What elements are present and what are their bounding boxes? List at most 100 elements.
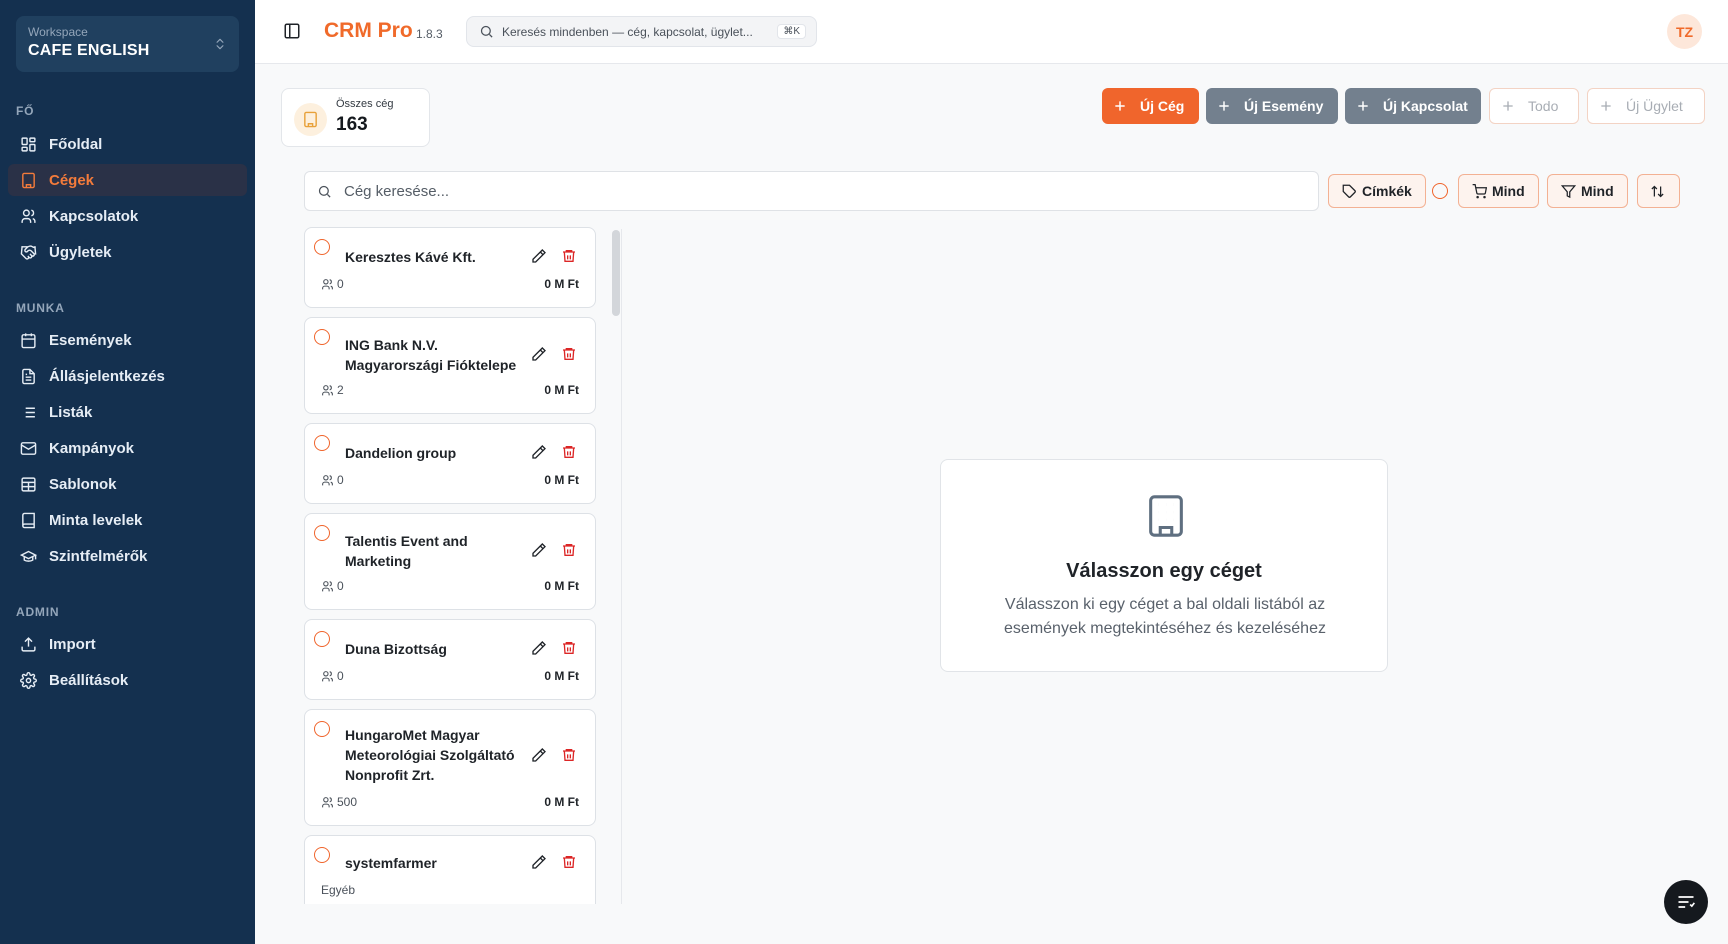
sidebar: Workspace CAFE ENGLISH FŐ Főoldal Cégek … [0, 0, 255, 944]
app-brand[interactable]: CRM Pro [324, 19, 413, 43]
select-radio[interactable] [314, 329, 330, 345]
funnel-filter-button[interactable]: Mind [1547, 174, 1628, 208]
workspace-switcher[interactable]: Workspace CAFE ENGLISH [16, 16, 239, 72]
list-scrollbar[interactable] [612, 229, 622, 904]
cart-filter-button[interactable]: Mind [1458, 174, 1539, 208]
plus-icon [1601, 101, 1611, 111]
sidebar-item-deals[interactable]: Ügyletek [8, 236, 247, 268]
deal-amount: 0 M Ft [544, 795, 579, 809]
users-icon [322, 670, 333, 681]
app-version: 1.8.3 [416, 27, 443, 41]
sidebar-item-import[interactable]: Import [8, 628, 247, 660]
gear-icon [20, 671, 37, 689]
list-item[interactable]: Keresztes Kávé Kft. 0 0 M Ft [304, 227, 596, 308]
status-filter-toggle[interactable] [1432, 183, 1448, 199]
trash-icon[interactable] [561, 747, 577, 763]
company-search-input[interactable] [344, 182, 1244, 200]
sidebar-item-lists[interactable]: Listák [8, 396, 247, 428]
users-icon [322, 384, 333, 395]
handshake-icon [20, 244, 37, 260]
trash-icon[interactable] [561, 640, 577, 656]
empty-state-subtitle: Válasszon ki egy céget a bal oldali list… [1004, 596, 1326, 637]
company-name: Dandelion group [345, 445, 457, 461]
sidebar-item-settings[interactable]: Beállítások [8, 664, 247, 696]
new-deal-button[interactable]: Új Ügylet [1587, 88, 1705, 124]
search-shortcut: ⌘K [777, 24, 806, 39]
select-radio[interactable] [314, 847, 330, 863]
floating-action-button[interactable] [1664, 880, 1708, 924]
avatar[interactable]: TZ [1667, 14, 1702, 49]
select-radio[interactable] [314, 631, 330, 647]
company-name: HungaroMet Magyar Meteorológiai Szolgált… [345, 727, 515, 783]
users-icon [21, 208, 36, 223]
sidebar-item-events[interactable]: Események [8, 324, 247, 356]
new-company-button[interactable]: Új Cég [1102, 88, 1199, 124]
stat-value: 163 [336, 114, 368, 135]
trash-icon[interactable] [561, 248, 577, 264]
company-category: Egyéb [321, 883, 356, 897]
list-item[interactable]: ING Bank N.V. Magyarországi Fióktelepe 2… [304, 317, 596, 414]
company-name: Keresztes Kávé Kft. [345, 249, 476, 265]
sidebar-item-dashboard[interactable]: Főoldal [8, 128, 247, 160]
contact-count-value: 500 [337, 795, 358, 809]
list-item[interactable]: systemfarmer Egyéb [304, 835, 596, 904]
contact-count-value: 0 [337, 473, 344, 487]
contact-count: 0 [321, 669, 344, 683]
company-name: ING Bank N.V. Magyarországi Fióktelepe [345, 337, 517, 373]
list-item[interactable]: Talentis Event and Marketing 0 0 M Ft [304, 513, 596, 610]
sidebar-item-label: Beállítások [49, 671, 129, 689]
pencil-icon[interactable] [531, 747, 547, 763]
global-search[interactable]: Keresés mindenben — cég, kapcsolat, ügyl… [466, 16, 817, 47]
pencil-icon[interactable] [531, 640, 547, 656]
sidebar-item-templates[interactable]: Sablonok [8, 468, 247, 500]
list-filter-icon [1678, 896, 1695, 908]
list-scrollbar-thumb[interactable] [612, 230, 620, 316]
stat-label: Összes cég [336, 98, 394, 110]
contact-count-value: 0 [337, 277, 344, 291]
deal-amount: 0 M Ft [544, 277, 579, 291]
trash-icon[interactable] [561, 444, 577, 460]
book-icon [22, 512, 35, 528]
list-item[interactable]: Dandelion group 0 0 M Ft [304, 423, 596, 504]
list-item[interactable]: HungaroMet Magyar Meteorológiai Szolgált… [304, 709, 596, 826]
sidebar-item-applications[interactable]: Állásjelentkezés [8, 360, 247, 392]
sidebar-item-label: Import [49, 635, 96, 653]
pencil-icon[interactable] [531, 854, 547, 870]
company-search[interactable] [304, 171, 1319, 211]
contact-count: 0 [321, 473, 344, 487]
sidebar-item-companies[interactable]: Cégek [8, 164, 247, 196]
button-label: Új Esemény [1244, 98, 1324, 114]
section-title-main: FŐ [16, 104, 35, 118]
total-companies-card: Összes cég 163 [281, 88, 430, 147]
trash-icon[interactable] [561, 854, 577, 870]
todo-button[interactable]: Todo [1489, 88, 1579, 124]
sidebar-item-level-tests[interactable]: Szintfelmérők [8, 540, 247, 572]
select-radio[interactable] [314, 435, 330, 451]
sidebar-item-campaigns[interactable]: Kampányok [8, 432, 247, 464]
trash-icon[interactable] [561, 346, 577, 362]
pencil-icon[interactable] [531, 248, 547, 264]
tags-filter-button[interactable]: Címkék [1328, 174, 1426, 208]
new-event-button[interactable]: Új Esemény [1206, 88, 1338, 124]
deal-amount: 0 M Ft [544, 473, 579, 487]
pencil-icon[interactable] [531, 444, 547, 460]
sidebar-item-sample-emails[interactable]: Minta levelek [8, 504, 247, 536]
sidebar-toggle-icon[interactable] [283, 22, 301, 40]
sidebar-item-contacts[interactable]: Kapcsolatok [8, 200, 247, 232]
company-list: Keresztes Kávé Kft. 0 0 M Ft ING Bank N.… [304, 227, 624, 904]
select-radio[interactable] [314, 239, 330, 255]
list-item[interactable]: Duna Bizottság 0 0 M Ft [304, 619, 596, 700]
button-label: Új Cég [1140, 98, 1185, 114]
pencil-icon[interactable] [531, 346, 547, 362]
sort-button[interactable] [1637, 174, 1680, 208]
pencil-icon[interactable] [531, 542, 547, 558]
select-radio[interactable] [314, 721, 330, 737]
sidebar-item-label: Sablonok [49, 475, 117, 493]
building-icon [304, 111, 317, 128]
empty-state: Válasszon egy céget Válasszon ki egy cég… [940, 459, 1388, 672]
trash-icon[interactable] [561, 542, 577, 558]
new-contact-button[interactable]: Új Kapcsolat [1345, 88, 1481, 124]
contact-count: 0 [321, 579, 344, 593]
contact-count-value: 2 [337, 383, 344, 397]
select-radio[interactable] [314, 525, 330, 541]
